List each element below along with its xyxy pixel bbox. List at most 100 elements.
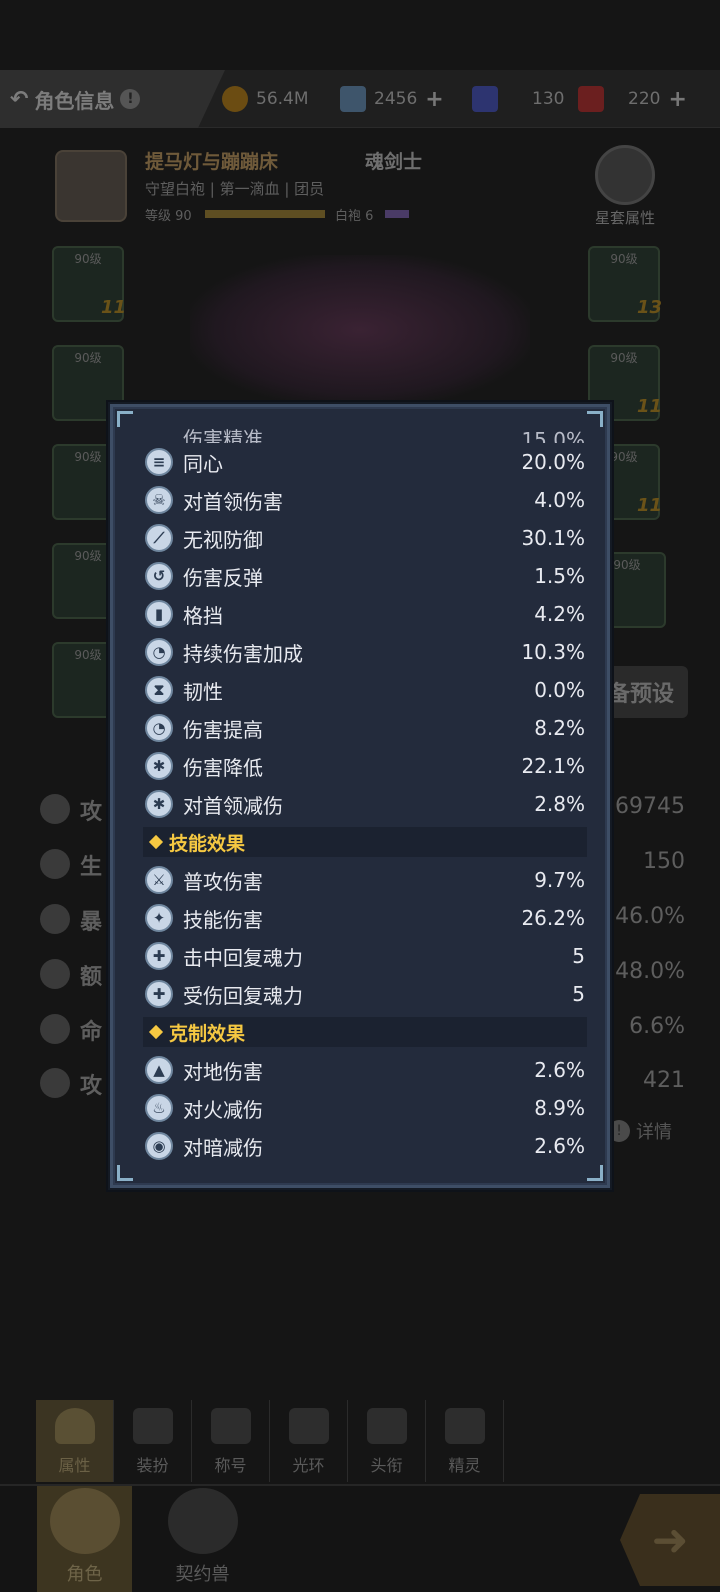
dot-damage-icon: ◔ <box>145 638 173 666</box>
attr-row: ◔ 伤害提高 8.2% <box>143 709 587 747</box>
add-crystal-button[interactable]: + <box>425 87 443 112</box>
crown-icon <box>210 1408 251 1444</box>
earth-icon: ▲ <box>145 1056 173 1084</box>
back-arrow-icon[interactable]: ↶ <box>10 87 28 112</box>
info-icon[interactable]: ! <box>120 89 141 109</box>
attr-name: 对首领伤害 <box>183 489 283 514</box>
stat-value: 150 <box>643 849 685 874</box>
bottom-nav: 角色 契约兽 <box>0 1484 720 1592</box>
attr-name: 同心 <box>183 451 223 476</box>
tab-attributes[interactable]: 属性 <box>36 1400 114 1482</box>
forward-arrow-button[interactable]: ➜ <box>620 1494 720 1586</box>
attr-value: 26.2% <box>521 906 585 930</box>
attr-value: 9.7% <box>534 868 585 892</box>
profile-panel: 提马灯与蹦蹦床 魂剑士 守望白袍 | 第一滴血 | 团员 等级 90 白袍 6 … <box>55 145 665 230</box>
helmet-icon <box>49 1488 120 1554</box>
player-tags: 守望白袍 | 第一滴血 | 团员 <box>145 180 325 198</box>
attr-value: 4.0% <box>534 488 585 512</box>
attr-row: ▲ 对地伤害 2.6% <box>143 1051 587 1089</box>
slot-badge: 11 <box>636 396 662 417</box>
equip-slot[interactable]: 90级 13 <box>588 246 662 322</box>
frame-corner <box>587 1165 603 1181</box>
rank-emblem-icon <box>366 1408 407 1444</box>
attr-row: ▮ 格挡 4.2% <box>143 595 587 633</box>
attr-name: 对暗减伤 <box>183 1135 263 1160</box>
nav-role[interactable]: 角色 <box>37 1486 132 1592</box>
equip-slot[interactable]: 90级 11 <box>52 246 126 322</box>
attr-value: 10.3% <box>521 640 585 664</box>
hit-recover-icon: ✚ <box>145 942 173 970</box>
ticket-card-icon <box>472 86 498 112</box>
stat-value: 421 <box>643 1068 685 1093</box>
tab-outfit[interactable]: 装扮 <box>114 1400 192 1482</box>
hanger-icon <box>132 1408 173 1444</box>
attr-row: ⚔ 普攻伤害 9.7% <box>143 861 587 899</box>
star-attribute-button[interactable]: 星套属性 <box>585 145 665 230</box>
attr-row: ✱ 伤害降低 22.1% <box>143 747 587 785</box>
attr-name: 击中回复魂力 <box>183 945 303 970</box>
section-counter-effects: 克制效果 <box>143 1017 587 1047</box>
slot-badge: 13 <box>636 297 662 318</box>
tab-spirit[interactable]: 精灵 <box>426 1400 504 1482</box>
attack-icon <box>40 794 70 824</box>
stat-label: 生 <box>80 855 103 880</box>
attr-name: 伤害精准 <box>183 427 263 443</box>
title-tab[interactable]: ↶ 角色信息 ! <box>0 70 225 128</box>
crit-icon <box>40 904 70 934</box>
attr-name: 持续伤害加成 <box>183 641 303 666</box>
attr-row: ⟋ 无视防御 30.1% <box>143 519 587 557</box>
tab-label: 称号 <box>214 1456 247 1475</box>
attr-value: 5 <box>572 982 585 1006</box>
attr-value: 20.0% <box>521 450 585 474</box>
hurt-recover-icon: ✚ <box>145 980 173 1008</box>
resource-value: 130 <box>532 89 565 109</box>
stat-value: 6.6% <box>629 1014 685 1039</box>
add-red-card-button[interactable]: + <box>668 87 686 112</box>
page-title: 角色信息 <box>34 88 115 113</box>
damage-up-icon: ◔ <box>145 714 173 742</box>
attr-row: ≡ 同心 20.0% <box>143 443 587 481</box>
attr-name: 对地伤害 <box>183 1059 263 1084</box>
gold-coin-icon <box>222 86 248 112</box>
resource-value: 220 <box>628 89 661 109</box>
robe-level: 白袍 6 <box>335 209 374 224</box>
avatar[interactable] <box>55 150 127 222</box>
section-skill-effects: 技能效果 <box>143 827 587 857</box>
attr-name: 伤害降低 <box>183 755 263 780</box>
tab-aura[interactable]: 光环 <box>270 1400 348 1482</box>
slot-level: 90级 <box>610 351 638 365</box>
frame-corner <box>117 411 133 427</box>
nav-label: 契约兽 <box>175 1564 230 1585</box>
tab-label: 头衔 <box>370 1456 403 1475</box>
attr-value: 2.8% <box>534 792 585 816</box>
attr-value: 2.6% <box>534 1058 585 1082</box>
nav-pet[interactable]: 契约兽 <box>155 1486 250 1592</box>
accuracy-icon <box>40 1014 70 1044</box>
stat-value: 69745 <box>615 794 685 819</box>
fire-icon: ♨ <box>145 1094 173 1122</box>
equipment-preset-button[interactable]: 备预设 <box>598 666 688 718</box>
tab-title[interactable]: 称号 <box>192 1400 270 1482</box>
attribute-detail-dialog[interactable]: 伤害精准 15.0% ≡ 同心 20.0% ☠ 对首领伤害 4.0% ⟋ 无视防御 30.1… <box>108 402 612 1190</box>
resource-value: 2456 <box>374 89 418 109</box>
tab-label: 属性 <box>58 1456 91 1475</box>
attr-value: 1.5% <box>534 564 585 588</box>
player-level: 等级 90 <box>145 209 192 224</box>
slot-badge: 11 <box>100 297 126 318</box>
attr-value: 8.9% <box>534 1096 585 1120</box>
attr-row: ✚ 受伤回复魂力 5 <box>143 975 587 1013</box>
resource-gold: 56.4M <box>222 84 309 114</box>
attribute-scroll-list[interactable]: 伤害精准 15.0% ≡ 同心 20.0% ☠ 对首领伤害 4.0% ⟋ 无视防御 30.1… <box>143 421 587 1177</box>
arrow-icon: ➜ <box>651 1514 689 1566</box>
attr-value: 4.2% <box>534 602 585 626</box>
resource-value: 56.4M <box>256 89 309 109</box>
diamond-icon <box>148 834 164 850</box>
attr-row: ⧗ 韧性 0.0% <box>143 671 587 709</box>
attr-value: 5 <box>572 944 585 968</box>
detail-label: 详情 <box>636 1122 672 1143</box>
health-icon <box>40 849 70 879</box>
detail-link[interactable]: ! 详情 <box>608 1118 672 1144</box>
tab-rank[interactable]: 头衔 <box>348 1400 426 1482</box>
section-title: 克制效果 <box>169 1022 246 1045</box>
attr-row: ◔ 持续伤害加成 10.3% <box>143 633 587 671</box>
